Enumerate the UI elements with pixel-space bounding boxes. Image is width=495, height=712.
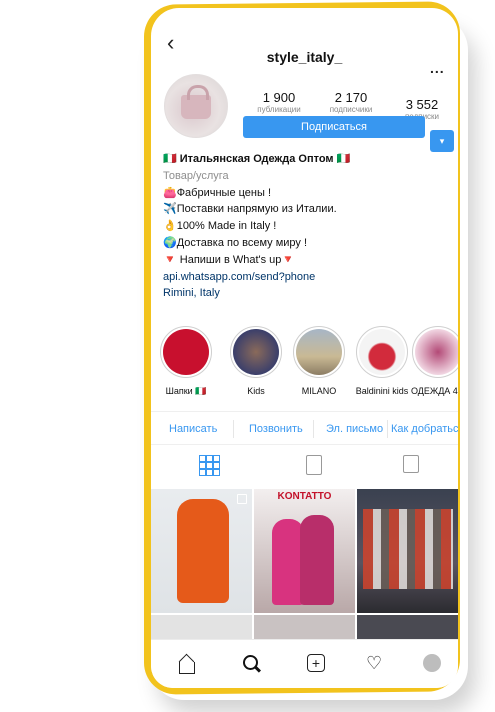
bio-line: 🔻 Напиши в What's up🔻	[163, 253, 296, 266]
bio-line: 👌100% Made in Italy !	[163, 220, 277, 233]
handbag-image	[181, 85, 211, 119]
contact-actions: Написать Позвонить Эл. письмо Как добрат…	[151, 411, 458, 445]
email-button[interactable]: Эл. письмо	[326, 423, 383, 435]
profile-tabs	[151, 445, 458, 485]
tagged-photos-icon[interactable]	[403, 455, 419, 473]
heart-icon[interactable]: ♡	[366, 654, 386, 674]
divider	[233, 420, 234, 438]
profile-username: style_italy_	[266, 49, 343, 65]
stat-followers[interactable]: 2 170 подписчики	[316, 90, 386, 114]
bio-link[interactable]: api.whatsapp.com/send?phone	[163, 269, 453, 286]
follow-dropdown-button[interactable]: ▾	[430, 130, 454, 152]
highlight-item[interactable]: Baldinini kids	[355, 326, 409, 396]
add-post-icon[interactable]: +	[307, 654, 325, 672]
posts-grid: KONTATTO	[151, 489, 458, 645]
bio-line: ✈️Поставки напрямую из Италии.	[163, 203, 337, 216]
highlight-image	[233, 329, 279, 375]
directions-button[interactable]: Как добраться	[391, 423, 458, 435]
store-mannequins-image	[363, 509, 453, 589]
more-options-icon[interactable]: ...	[430, 60, 445, 76]
stat-following-value: 3 552	[405, 97, 439, 112]
highlight-label: Baldinini kids	[355, 386, 409, 396]
bio: 🇮🇹 Итальянская Одежда Оптом 🇮🇹 Товар/усл…	[163, 151, 453, 302]
stat-posts-value: 1 900	[262, 90, 296, 105]
bio-line: 🌍Доставка по всему миру !	[163, 236, 308, 249]
stat-followers-label: подписчики	[329, 105, 373, 114]
stat-followers-value: 2 170	[334, 90, 368, 105]
stat-posts[interactable]: 1 900 публикации	[244, 90, 314, 114]
bio-location[interactable]: Rimini, Italy	[163, 285, 453, 302]
grid-view-icon[interactable]	[199, 455, 220, 476]
screen: ‹ style_italy_ ... 1 900 публикации 2 17…	[151, 8, 458, 688]
bio-line: 👛Фабричные цены !	[163, 186, 272, 199]
highlight-item[interactable]: Шапки 🇮🇹	[159, 326, 213, 397]
post-thumbnail[interactable]	[357, 489, 458, 613]
highlight-label: Kids	[247, 386, 265, 396]
message-button[interactable]: Написать	[169, 423, 217, 435]
feed-view-icon[interactable]	[306, 455, 322, 475]
search-icon[interactable]	[241, 654, 261, 674]
carousel-icon	[237, 494, 247, 504]
bio-name: 🇮🇹 Итальянская Одежда Оптом 🇮🇹	[163, 153, 351, 165]
model-image	[300, 515, 334, 605]
bottom-nav: + ♡	[151, 639, 458, 688]
call-button[interactable]: Позвонить	[249, 423, 303, 435]
avatar[interactable]	[164, 74, 228, 138]
post-caption: KONTATTO	[277, 491, 332, 502]
orange-coat-image	[177, 499, 229, 603]
follow-button[interactable]: Подписаться	[243, 116, 425, 138]
highlight-label: Шапки 🇮🇹	[165, 386, 207, 396]
highlight-image	[359, 329, 405, 375]
stat-posts-label: публикации	[257, 105, 301, 114]
post-thumbnail[interactable]	[151, 489, 252, 613]
highlights: Шапки 🇮🇹 Kids MILANO Baldinini kids ОДЕЖ…	[159, 326, 458, 406]
profile-icon[interactable]	[423, 654, 441, 672]
highlight-item[interactable]: MILANO	[292, 326, 346, 396]
divider	[387, 420, 388, 438]
divider	[313, 420, 314, 438]
highlight-image	[296, 329, 342, 375]
highlight-label: MILANO	[301, 386, 337, 396]
highlight-item[interactable]: ОДЕЖДА 4...	[411, 326, 458, 396]
home-icon[interactable]	[177, 654, 197, 674]
highlight-label: ОДЕЖДА 4...	[411, 386, 458, 396]
highlight-image	[163, 329, 209, 375]
post-thumbnail[interactable]: KONTATTO	[254, 489, 355, 613]
bio-category: Товар/услуга	[163, 169, 229, 182]
highlight-image	[415, 329, 458, 375]
highlight-item[interactable]: Kids	[229, 326, 283, 396]
